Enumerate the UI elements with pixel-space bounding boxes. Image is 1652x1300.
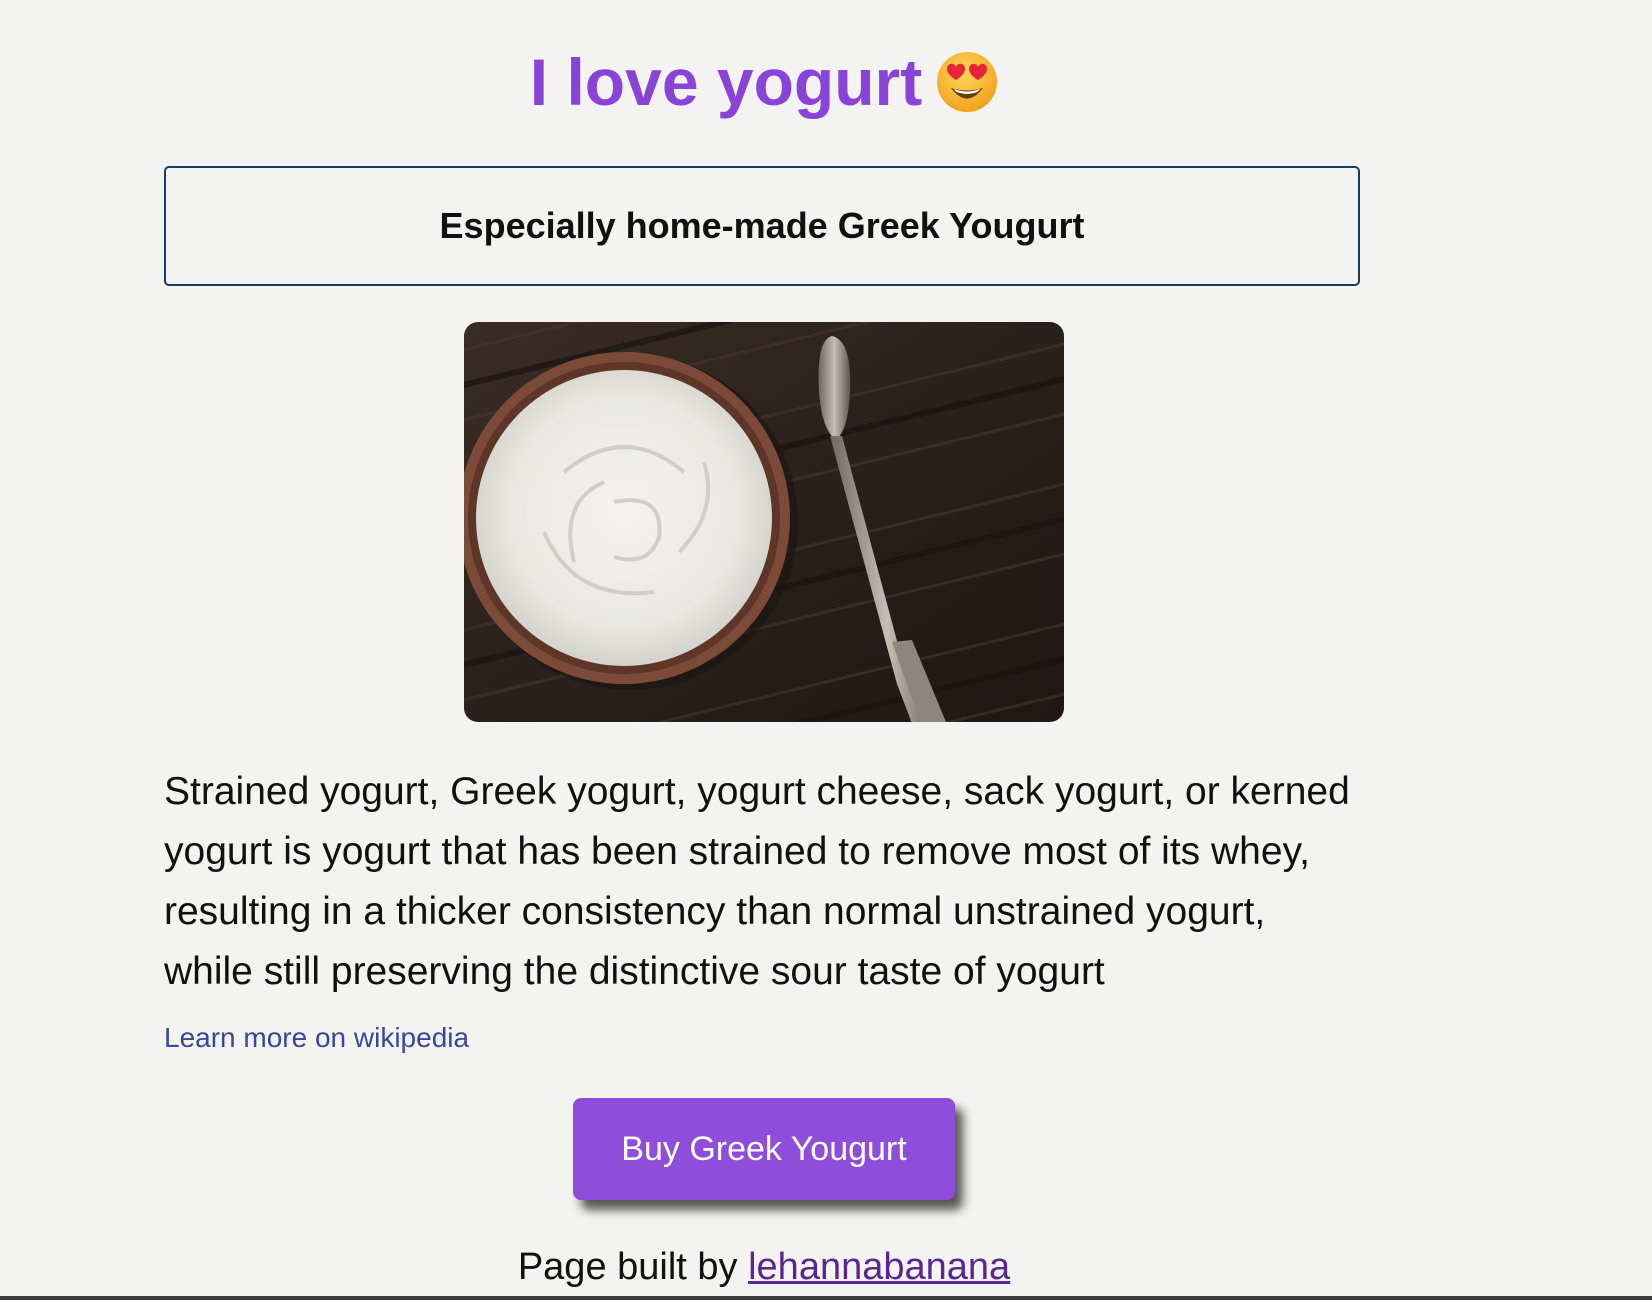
page-title-text: I love yogurt <box>529 45 923 119</box>
heart-eyes-emoji-icon <box>936 50 998 130</box>
description-paragraph: Strained yogurt, Greek yogurt, yogurt ch… <box>164 770 1350 993</box>
yogurt-bowl-with-spoon-photo <box>464 322 1064 722</box>
buy-greek-yogurt-button[interactable]: Buy Greek Yougurt <box>573 1098 955 1200</box>
subtitle: Especially home-made Greek Yougurt <box>439 205 1085 246</box>
page: I love yogurt Especially home-made Greek… <box>164 0 1364 1300</box>
footer: Page built by lehannabanana <box>164 1246 1364 1289</box>
author-link[interactable]: lehannabanana <box>748 1246 1010 1288</box>
page-title: I love yogurt <box>164 42 1364 130</box>
subtitle-box: Especially home-made Greek Yougurt <box>164 166 1360 286</box>
footer-prefix: Page built by <box>517 1246 738 1288</box>
wikipedia-link[interactable]: Learn more on wikipedia <box>164 1022 469 1054</box>
bottom-border <box>0 1296 1652 1300</box>
